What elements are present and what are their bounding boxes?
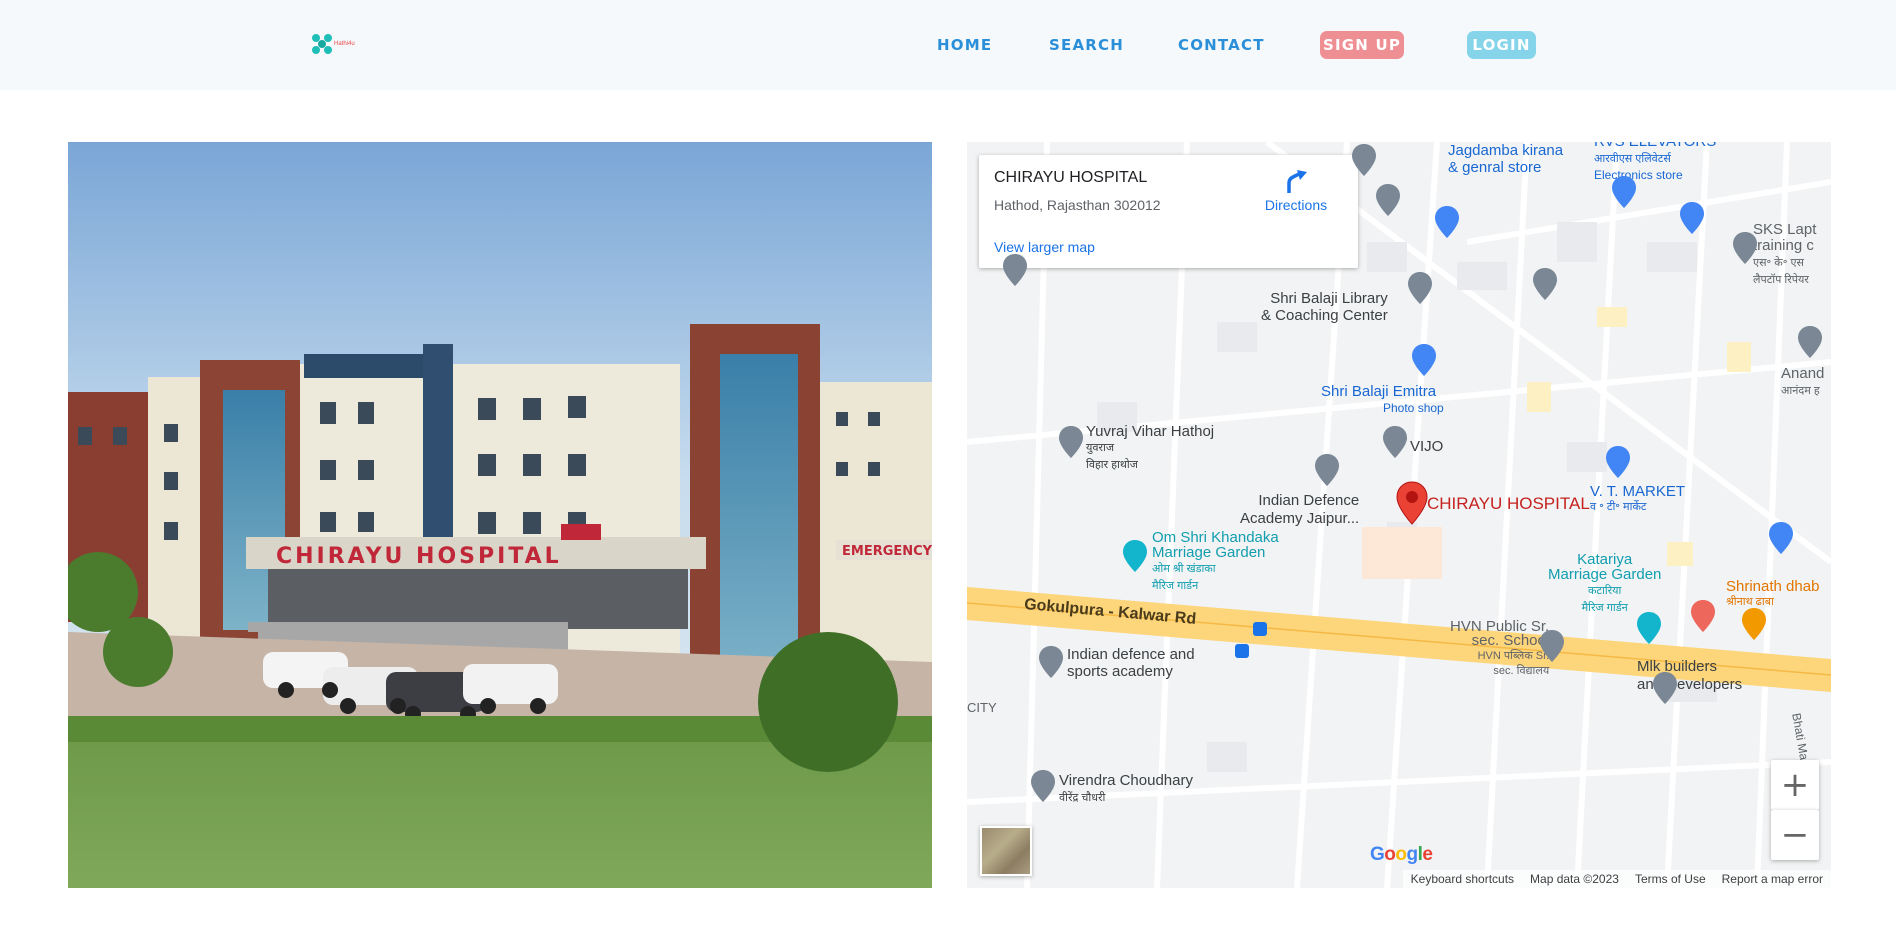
map-data-label: Map data ©2023 <box>1530 872 1619 886</box>
google-logo: Google <box>1370 844 1433 865</box>
hospital-sign-text: CHIRAYU HOSPITAL <box>276 544 562 569</box>
zoom-out-button[interactable]: − <box>1771 810 1819 860</box>
poi-pins <box>1003 144 1822 802</box>
logo-icon <box>312 34 332 54</box>
food-pin-icons <box>1691 600 1766 640</box>
site-logo[interactable]: Hathi4u <box>312 34 355 54</box>
map-embed[interactable]: CHIRAYU HOSPITAL Hathod, Rajasthan 30201… <box>967 142 1831 888</box>
terms-link[interactable]: Terms of Use <box>1635 872 1706 886</box>
nav-contact-link[interactable]: CONTACT <box>1178 36 1265 54</box>
keyboard-shortcuts-link[interactable]: Keyboard shortcuts <box>1411 872 1514 886</box>
zoom-in-button[interactable]: + <box>1771 760 1819 810</box>
signup-button[interactable]: SIGN UP <box>1320 31 1404 59</box>
nav-home-link[interactable]: HOME <box>937 36 992 54</box>
hospital-photo: CHIRAYU HOSPITAL EMERGENCY <box>68 142 932 888</box>
login-button[interactable]: LOGIN <box>1467 31 1536 59</box>
logo-text: Hathi4u <box>334 41 355 47</box>
satellite-toggle[interactable] <box>980 826 1032 876</box>
nav-search-link[interactable]: SEARCH <box>1049 36 1124 54</box>
report-error-link[interactable]: Report a map error <box>1722 872 1823 886</box>
bus-stop-icons <box>1235 622 1267 658</box>
site-header: Hathi4u HOME SEARCH CONTACT SIGN UP LOGI… <box>0 0 1896 90</box>
blue-pin-icons <box>1412 176 1793 554</box>
teal-pin-icons <box>1123 540 1661 644</box>
gray-pin-icons <box>1003 144 1822 802</box>
map-footer: Keyboard shortcuts Map data ©2023 Terms … <box>1402 870 1831 888</box>
emergency-sign-text: EMERGENCY <box>842 544 932 559</box>
